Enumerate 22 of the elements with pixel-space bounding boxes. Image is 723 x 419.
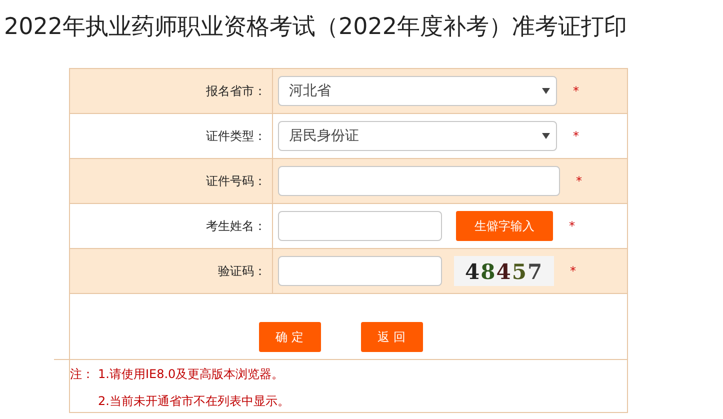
required-mark: * xyxy=(569,219,575,233)
select-field[interactable]: 居民身份证 xyxy=(278,121,557,151)
page-title: 2022年执业药师职业资格考试（2022年度补考）准考证打印 xyxy=(3,13,628,42)
required-mark: * xyxy=(570,264,576,278)
note-text: 2.当前未开通省市不在列表中显示。 xyxy=(98,393,290,410)
note-label: 注： xyxy=(70,366,94,383)
required-mark: * xyxy=(576,174,582,188)
field-label: 报名省市： xyxy=(206,82,266,100)
note-text: 1.请使用IE8.0及更高版本浏览器。 xyxy=(98,366,285,383)
dropdown-arrow-icon xyxy=(542,133,550,139)
field-label: 证件类型： xyxy=(206,128,266,144)
field-label: 考生姓名： xyxy=(206,218,266,234)
dropdown-arrow-icon xyxy=(542,88,550,94)
field-label: 验证码： xyxy=(218,262,266,280)
required-mark: * xyxy=(573,84,579,98)
required-mark: * xyxy=(573,129,579,143)
input-field[interactable] xyxy=(278,256,442,286)
field-label: 证件号码： xyxy=(206,172,266,190)
input-field[interactable] xyxy=(278,166,560,196)
input-field[interactable] xyxy=(278,211,442,241)
captcha-image[interactable]: 48457 xyxy=(454,256,554,286)
select-field[interactable]: 河北省 xyxy=(278,76,557,106)
